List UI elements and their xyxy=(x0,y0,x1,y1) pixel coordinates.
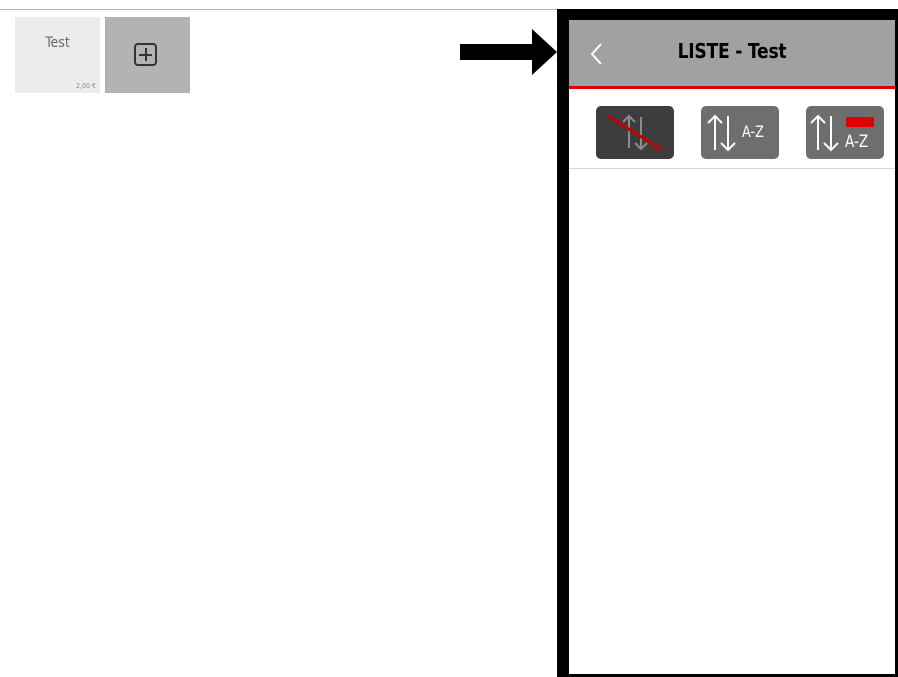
plus-square-icon xyxy=(134,43,157,66)
top-divider xyxy=(0,9,557,10)
product-price: 2,00 € xyxy=(75,82,96,90)
list-header: LISTE - Test xyxy=(569,20,895,89)
sort-az-highlight-label: A-Z xyxy=(845,132,869,152)
product-name: Test xyxy=(45,35,70,51)
highlight-bar xyxy=(846,117,874,127)
sort-az-label: A-Z xyxy=(742,122,764,141)
sort-arrows-icon xyxy=(707,114,736,152)
add-product-tile[interactable] xyxy=(105,17,190,93)
arrow-right-icon xyxy=(460,29,557,75)
phone-frame: LISTE - Test A-Z A-Z xyxy=(557,9,898,677)
product-tile-test[interactable]: Test 2,00 € xyxy=(15,17,100,93)
sort-az-highlight-button[interactable]: A-Z xyxy=(806,106,884,159)
sort-az-button[interactable]: A-Z xyxy=(701,106,779,159)
sort-disabled-icon xyxy=(607,114,663,152)
sort-arrows-icon xyxy=(810,114,839,152)
list-content xyxy=(569,169,895,674)
sort-toolbar: A-Z A-Z xyxy=(569,89,895,169)
no-sort-button[interactable] xyxy=(596,106,674,159)
list-title: LISTE - Test xyxy=(677,39,787,63)
phone-screen: LISTE - Test A-Z A-Z xyxy=(569,20,895,674)
